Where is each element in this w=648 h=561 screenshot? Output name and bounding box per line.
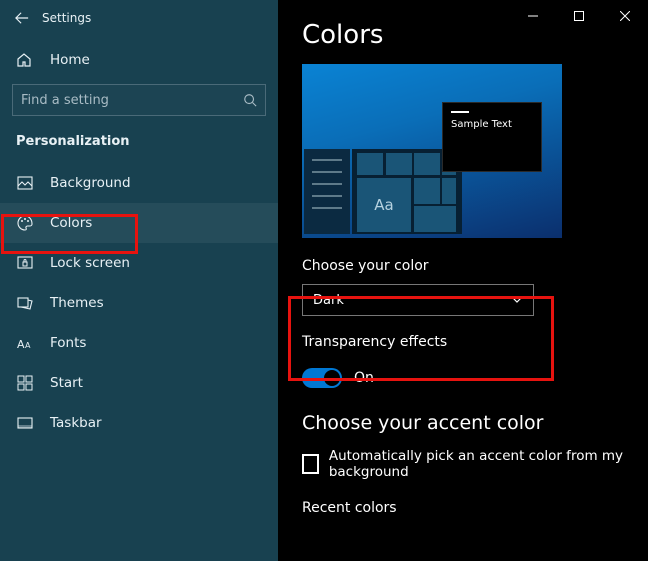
nav-item-fonts[interactable]: AA Fonts	[0, 323, 278, 363]
nav-list: Background Colors Lock screen Themes AA …	[0, 163, 278, 443]
preview-start-area: Aa	[302, 148, 462, 238]
content-inner: Colors Aa Sample Text Choose your color …	[278, 0, 648, 561]
sidebar: Settings Home Personalization Background…	[0, 0, 278, 561]
auto-accent-label: Automatically pick an accent color from …	[329, 448, 632, 480]
transparency-row: On	[302, 368, 632, 388]
nav-item-themes[interactable]: Themes	[0, 283, 278, 323]
nav-item-label: Background	[50, 175, 131, 191]
fonts-icon: AA	[16, 336, 34, 350]
picture-icon	[16, 175, 34, 191]
preview-sample-text: Sample Text	[451, 119, 533, 130]
nav-item-label: Fonts	[50, 335, 86, 351]
choose-color-value: Dark	[313, 293, 344, 308]
svg-text:A: A	[25, 341, 31, 350]
nav-item-label: Themes	[50, 295, 104, 311]
transparency-label: Transparency effects	[302, 334, 632, 350]
palette-icon	[16, 215, 34, 231]
nav-item-label: Taskbar	[50, 415, 102, 431]
recent-colors-label: Recent colors	[302, 500, 632, 516]
nav-item-label: Lock screen	[50, 255, 130, 271]
transparency-state: On	[354, 370, 374, 386]
nav-item-colors[interactable]: Colors	[0, 203, 278, 243]
svg-text:A: A	[17, 338, 25, 350]
arrow-left-icon	[15, 11, 29, 25]
nav: Home Personalization Background Colors L…	[0, 36, 278, 443]
section-label: Personalization	[0, 116, 278, 163]
lock-screen-icon	[16, 255, 34, 271]
minimize-icon	[528, 11, 538, 21]
titlebar-left: Settings	[0, 0, 278, 36]
content-pane: Colors Aa Sample Text Choose your color …	[278, 0, 648, 561]
color-preview: Aa Sample Text	[302, 64, 562, 238]
nav-item-label: Start	[50, 375, 83, 391]
taskbar-icon	[16, 415, 34, 431]
back-button[interactable]	[8, 4, 36, 32]
home-icon	[16, 52, 34, 68]
choose-color-dropdown[interactable]: Dark	[302, 284, 534, 316]
nav-item-label: Colors	[50, 215, 92, 231]
search-input[interactable]	[21, 93, 243, 108]
search-box[interactable]	[12, 84, 266, 116]
close-icon	[620, 11, 630, 21]
auto-accent-checkbox[interactable]	[302, 454, 319, 474]
nav-item-taskbar[interactable]: Taskbar	[0, 403, 278, 443]
transparency-toggle[interactable]	[302, 368, 342, 388]
themes-icon	[16, 295, 34, 311]
chevron-down-icon	[511, 294, 523, 306]
maximize-icon	[574, 11, 584, 21]
preview-aa-tile: Aa	[357, 178, 411, 232]
nav-home-label: Home	[50, 52, 90, 68]
start-icon	[16, 375, 34, 391]
search-icon	[243, 93, 257, 107]
nav-home[interactable]: Home	[0, 40, 278, 80]
minimize-button[interactable]	[510, 0, 556, 32]
auto-accent-row: Automatically pick an accent color from …	[302, 448, 632, 480]
close-button[interactable]	[602, 0, 648, 32]
accent-heading: Choose your accent color	[302, 412, 632, 434]
nav-item-start[interactable]: Start	[0, 363, 278, 403]
nav-item-lock-screen[interactable]: Lock screen	[0, 243, 278, 283]
choose-color-label: Choose your color	[302, 258, 632, 274]
window-title: Settings	[42, 11, 91, 25]
window-controls	[510, 0, 648, 32]
maximize-button[interactable]	[556, 0, 602, 32]
nav-item-background[interactable]: Background	[0, 163, 278, 203]
preview-sample-window: Sample Text	[442, 102, 542, 172]
